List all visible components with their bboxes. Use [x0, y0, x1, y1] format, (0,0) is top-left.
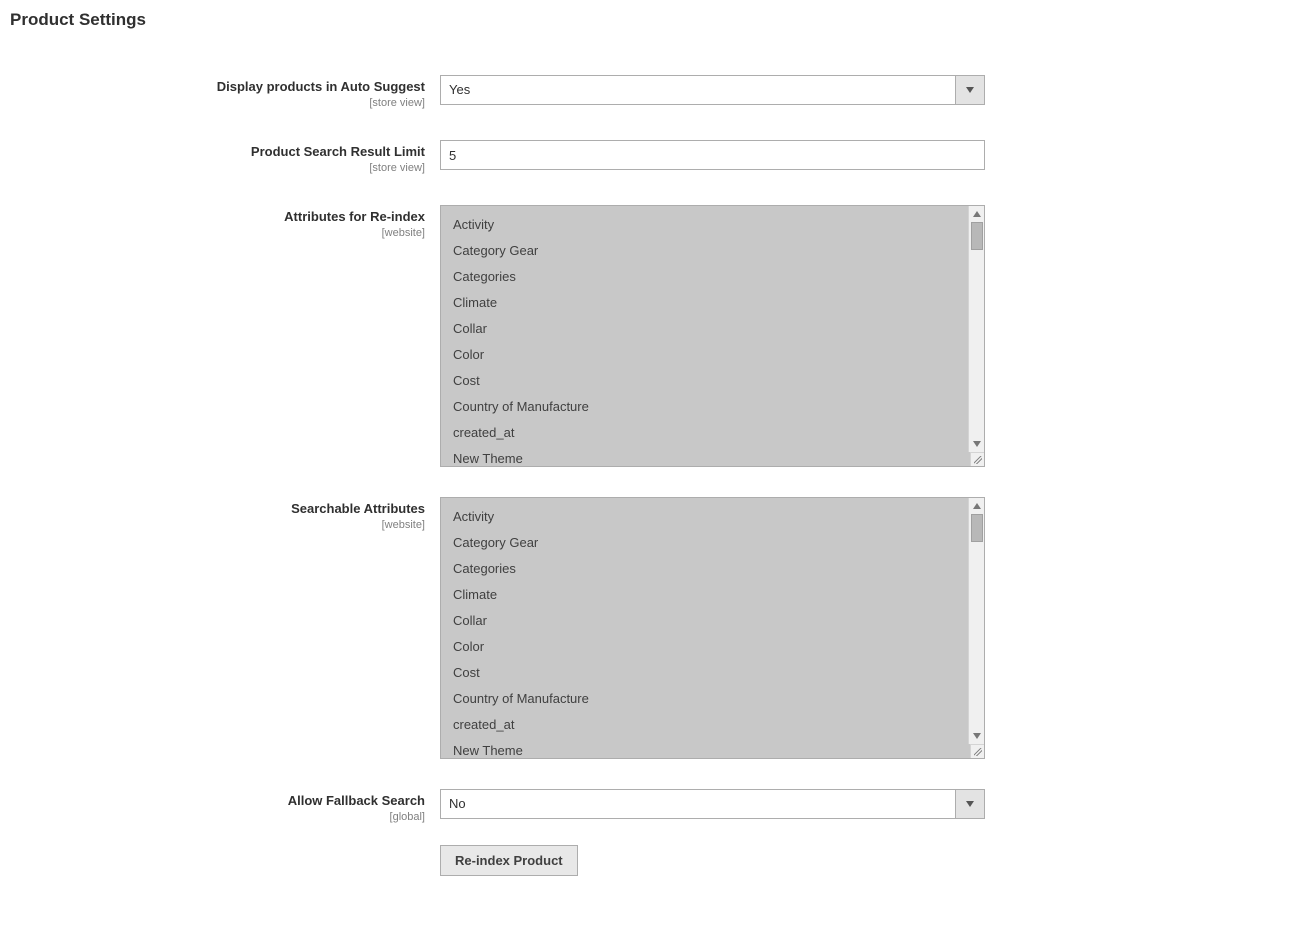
control-col	[440, 140, 985, 175]
select-value[interactable]: Yes	[440, 75, 985, 105]
label-col: Attributes for Re-index [website]	[10, 205, 440, 467]
field-label: Display products in Auto Suggest	[217, 79, 425, 94]
reindex-product-button[interactable]: Re-index Product	[440, 845, 578, 876]
field-fallback: Allow Fallback Search [global] No	[10, 789, 1293, 824]
multiselect-option[interactable]: Cost	[441, 660, 968, 686]
multiselect-option[interactable]: Climate	[441, 290, 968, 316]
label-col: Product Search Result Limit [store view]	[10, 140, 440, 175]
resize-handle-icon[interactable]	[970, 452, 984, 466]
chevron-down-icon[interactable]	[955, 789, 985, 819]
select-value[interactable]: No	[440, 789, 985, 819]
multiselect-option[interactable]: Color	[441, 342, 968, 368]
multiselect-option[interactable]: New Theme	[441, 738, 968, 758]
multiselect-option[interactable]: Color	[441, 634, 968, 660]
scrollbar[interactable]	[968, 498, 984, 744]
multiselect-option[interactable]: Activity	[441, 504, 968, 530]
multiselect-option[interactable]: Climate	[441, 582, 968, 608]
field-scope: [global]	[10, 810, 425, 824]
multiselect-list[interactable]: ActivityCategory GearCategoriesClimateCo…	[441, 498, 968, 758]
field-reindex-action: Re-index Product	[10, 845, 1293, 876]
multiselect-searchable[interactable]: ActivityCategory GearCategoriesClimateCo…	[440, 497, 985, 759]
multiselect-option[interactable]: Categories	[441, 556, 968, 582]
multiselect-reindex[interactable]: ActivityCategory GearCategoriesClimateCo…	[440, 205, 985, 467]
field-searchable-attrs: Searchable Attributes [website] Activity…	[10, 497, 1293, 759]
result-limit-input[interactable]	[440, 140, 985, 170]
scroll-down-icon[interactable]	[969, 728, 985, 744]
multiselect-option[interactable]: Country of Manufacture	[441, 686, 968, 712]
label-col: Allow Fallback Search [global]	[10, 789, 440, 824]
label-col: Searchable Attributes [website]	[10, 497, 440, 759]
field-scope: [store view]	[10, 161, 425, 175]
scroll-down-icon[interactable]	[969, 436, 985, 452]
multiselect-option[interactable]: Category Gear	[441, 238, 968, 264]
field-scope: [website]	[10, 226, 425, 240]
scroll-thumb[interactable]	[971, 514, 983, 542]
section-title: Product Settings	[10, 10, 1293, 30]
scroll-thumb[interactable]	[971, 222, 983, 250]
field-label: Allow Fallback Search	[288, 793, 425, 808]
multiselect-option[interactable]: Collar	[441, 316, 968, 342]
select-display-products[interactable]: Yes	[440, 75, 985, 105]
field-scope: [store view]	[10, 96, 425, 110]
field-display-products: Display products in Auto Suggest [store …	[10, 75, 1293, 110]
label-col	[10, 845, 440, 876]
field-label: Product Search Result Limit	[251, 144, 425, 159]
field-label: Searchable Attributes	[291, 501, 425, 516]
multiselect-option[interactable]: created_at	[441, 712, 968, 738]
multiselect-option[interactable]: Activity	[441, 212, 968, 238]
field-reindex-attrs: Attributes for Re-index [website] Activi…	[10, 205, 1293, 467]
multiselect-option[interactable]: Country of Manufacture	[441, 394, 968, 420]
resize-handle-icon[interactable]	[970, 744, 984, 758]
label-col: Display products in Auto Suggest [store …	[10, 75, 440, 110]
control-col: ActivityCategory GearCategoriesClimateCo…	[440, 205, 985, 467]
multiselect-option[interactable]: created_at	[441, 420, 968, 446]
field-result-limit: Product Search Result Limit [store view]	[10, 140, 1293, 175]
control-col: No	[440, 789, 985, 824]
multiselect-option[interactable]: Category Gear	[441, 530, 968, 556]
multiselect-option[interactable]: Collar	[441, 608, 968, 634]
multiselect-option[interactable]: Categories	[441, 264, 968, 290]
scrollbar[interactable]	[968, 206, 984, 452]
multiselect-option[interactable]: New Theme	[441, 446, 968, 466]
scroll-up-icon[interactable]	[969, 498, 985, 514]
multiselect-option[interactable]: Cost	[441, 368, 968, 394]
control-col: Re-index Product	[440, 845, 985, 876]
field-scope: [website]	[10, 518, 425, 532]
control-col: Yes	[440, 75, 985, 110]
multiselect-list[interactable]: ActivityCategory GearCategoriesClimateCo…	[441, 206, 968, 466]
chevron-down-icon[interactable]	[955, 75, 985, 105]
select-fallback[interactable]: No	[440, 789, 985, 819]
scroll-up-icon[interactable]	[969, 206, 985, 222]
field-label: Attributes for Re-index	[284, 209, 425, 224]
control-col: ActivityCategory GearCategoriesClimateCo…	[440, 497, 985, 759]
